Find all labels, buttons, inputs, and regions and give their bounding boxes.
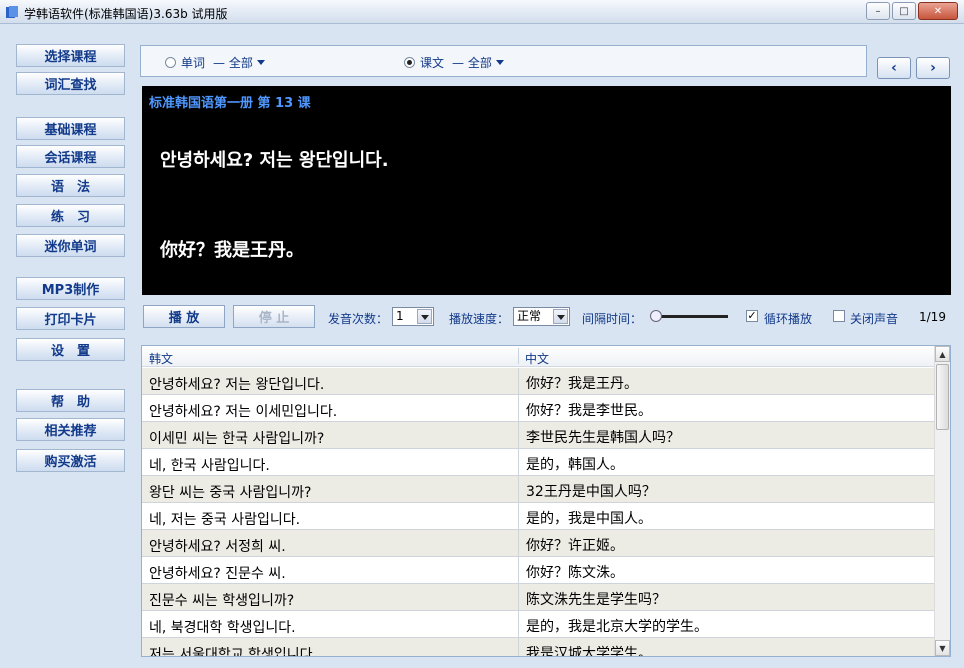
header-chinese[interactable]: 中文 <box>525 350 549 367</box>
korean-cell: 네, 한국 사람입니다. <box>149 458 270 474</box>
korean-cell: 왕단 씨는 중국 사람입니까? <box>149 485 312 501</box>
speed-label: 播放速度： <box>449 312 510 326</box>
scroll-thumb[interactable] <box>936 364 949 430</box>
maximize-button[interactable]: □ <box>892 2 916 20</box>
chinese-cell: 是的，我是中国人。 <box>526 511 652 527</box>
interval-slider-handle[interactable] <box>650 310 662 322</box>
korean-cell: 저는 서울대학교 학생입니다. <box>149 647 317 657</box>
prev-button[interactable]: ‹ <box>877 57 911 79</box>
chinese-cell: 你好？我是王丹。 <box>526 376 638 392</box>
menu-grammar[interactable]: 语 法 <box>16 174 125 197</box>
chinese-cell: 李世民先生是韩国人吗？ <box>526 430 680 446</box>
repeat-value: 1 <box>396 309 404 323</box>
table-row[interactable]: 안녕하세요? 진문수 씨. 你好？陈文洙。 <box>142 557 935 584</box>
lesson-chinese-sentence: 你好？我是王丹。 <box>160 240 304 261</box>
chinese-cell: 是的，韩国人。 <box>526 457 624 473</box>
app-icon <box>6 6 18 18</box>
interval-label: 间隔时间： <box>582 312 643 326</box>
chevron-down-icon[interactable] <box>553 309 568 324</box>
menu-basic-course[interactable]: 基础课程 <box>16 117 125 140</box>
repeat-label: 发音次数： <box>328 312 389 326</box>
korean-cell: 이세민 씨는 한국 사람입니까? <box>149 431 325 447</box>
table-row[interactable]: 네, 한국 사람입니다. 是的，韩国人。 <box>142 449 935 476</box>
chevron-down-icon[interactable] <box>256 60 265 65</box>
words-label: 单词 <box>181 56 206 70</box>
close-button[interactable]: ✕ <box>918 2 958 20</box>
table-row[interactable]: 안녕하세요? 서정희 씨. 你好？许正姬。 <box>142 530 935 557</box>
korean-cell: 진문수 씨는 학생입니까? <box>149 593 295 609</box>
sentence-table: 韩文 中文 안녕하세요? 저는 왕단입니다. 你好？我是王丹。 안녕하세요? 저는 … <box>141 345 951 657</box>
play-button[interactable]: 播 放 <box>143 305 225 328</box>
table-row[interactable]: 왕단 씨는 중국 사람입니까? 32王丹是中国人吗？ <box>142 476 935 503</box>
table-scrollbar[interactable]: ▲ ▼ <box>934 346 950 656</box>
table-row[interactable]: 안녕하세요? 저는 이세민입니다. 你好？我是李世民。 <box>142 395 935 422</box>
chinese-cell: 我是汉城大学学生。 <box>526 646 652 657</box>
mode-panel: 单词 — 全部 课文 — 全部 <box>140 45 867 77</box>
table-row[interactable]: 네, 저는 중국 사람입니다. 是的，我是中国人。 <box>142 503 935 530</box>
chinese-cell: 陈文洙先生是学生吗？ <box>526 592 666 608</box>
scroll-up-icon[interactable]: ▲ <box>935 346 950 362</box>
mute-checkbox[interactable] <box>833 310 845 322</box>
speed-select[interactable]: 正常 <box>513 307 570 326</box>
header-korean[interactable]: 韩文 <box>149 350 173 367</box>
loop-checkbox[interactable]: ✓ <box>746 310 758 322</box>
menu-select-course[interactable]: 选择课程 <box>16 44 125 67</box>
menu-word-lookup[interactable]: 词汇查找 <box>16 72 125 95</box>
stop-button[interactable]: 停 止 <box>233 305 315 328</box>
lesson-korean-sentence: 안녕하세요? 저는 왕단입니다. <box>160 150 389 171</box>
table-row[interactable]: 네, 북경대학 학생입니다. 是的，我是北京大学的学生。 <box>142 611 935 638</box>
table-row[interactable]: 안녕하세요? 저는 왕단입니다. 你好？我是王丹。 <box>142 368 935 395</box>
korean-cell: 네, 북경대학 학생입니다. <box>149 620 296 636</box>
minimize-button[interactable]: – <box>866 2 890 20</box>
chinese-cell: 是的，我是北京大学的学生。 <box>526 619 708 635</box>
mute-label: 关闭声音 <box>850 312 899 326</box>
table-row[interactable]: 저는 서울대학교 학생입니다. 我是汉城大学学生。 <box>142 638 935 657</box>
menu-settings[interactable]: 设 置 <box>16 338 125 361</box>
title-bar: 学韩语软件(标准韩国语)3.63b 试用版 – □ ✕ <box>0 0 964 24</box>
chinese-cell: 你好？我是李世民。 <box>526 403 652 419</box>
menu-practice[interactable]: 练 习 <box>16 204 125 227</box>
repeat-select[interactable]: 1 <box>392 307 434 326</box>
words-filter[interactable]: — 全部 <box>213 54 253 71</box>
chevron-down-icon[interactable] <box>417 309 432 324</box>
chevron-down-icon[interactable] <box>495 60 504 65</box>
window-title: 学韩语软件(标准韩国语)3.63b 试用版 <box>24 7 228 21</box>
menu-buy-activate[interactable]: 购买激活 <box>16 449 125 472</box>
text-filter[interactable]: — 全部 <box>452 54 492 71</box>
lesson-title: 标准韩国语第一册 第 13 课 <box>149 96 311 111</box>
words-radio[interactable] <box>165 57 176 68</box>
words-mode-option[interactable]: 单词 — 全部 <box>165 54 265 71</box>
korean-cell: 안녕하세요? 진문수 씨. <box>149 566 286 582</box>
interval-slider-track[interactable] <box>655 315 728 318</box>
table-row[interactable]: 진문수 씨는 학생입니까? 陈文洙先生是学生吗？ <box>142 584 935 611</box>
menu-help[interactable]: 帮 助 <box>16 389 125 412</box>
korean-cell: 안녕하세요? 저는 이세민입니다. <box>149 404 338 420</box>
text-label: 课文 <box>420 56 445 70</box>
text-radio[interactable] <box>404 57 415 68</box>
korean-cell: 안녕하세요? 서정희 씨. <box>149 539 286 555</box>
table-row[interactable]: 이세민 씨는 한국 사람입니까? 李世民先生是韩国人吗？ <box>142 422 935 449</box>
chinese-cell: 你好？陈文洙。 <box>526 565 624 581</box>
next-button[interactable]: › <box>916 57 950 79</box>
chinese-cell: 32王丹是中国人吗？ <box>526 484 656 500</box>
menu-mp3[interactable]: MP3制作 <box>16 277 125 300</box>
menu-conversation[interactable]: 会话课程 <box>16 145 125 168</box>
menu-recommend[interactable]: 相关推荐 <box>16 418 125 441</box>
chinese-cell: 你好？许正姬。 <box>526 538 624 554</box>
text-mode-option[interactable]: 课文 — 全部 <box>404 54 504 71</box>
menu-mini-words[interactable]: 迷你单词 <box>16 234 125 257</box>
scroll-down-icon[interactable]: ▼ <box>935 640 950 656</box>
korean-cell: 네, 저는 중국 사람입니다. <box>149 512 301 528</box>
loop-label: 循环播放 <box>764 312 813 326</box>
speed-value: 正常 <box>517 309 542 323</box>
korean-cell: 안녕하세요? 저는 왕단입니다. <box>149 377 325 393</box>
position-counter: 1/19 <box>919 310 946 324</box>
lesson-display: 标准韩国语第一册 第 13 课 안녕하세요? 저는 왕단입니다. 你好？我是王丹… <box>142 86 951 295</box>
menu-print-cards[interactable]: 打印卡片 <box>16 307 125 330</box>
table-header: 韩文 中文 <box>142 346 935 367</box>
